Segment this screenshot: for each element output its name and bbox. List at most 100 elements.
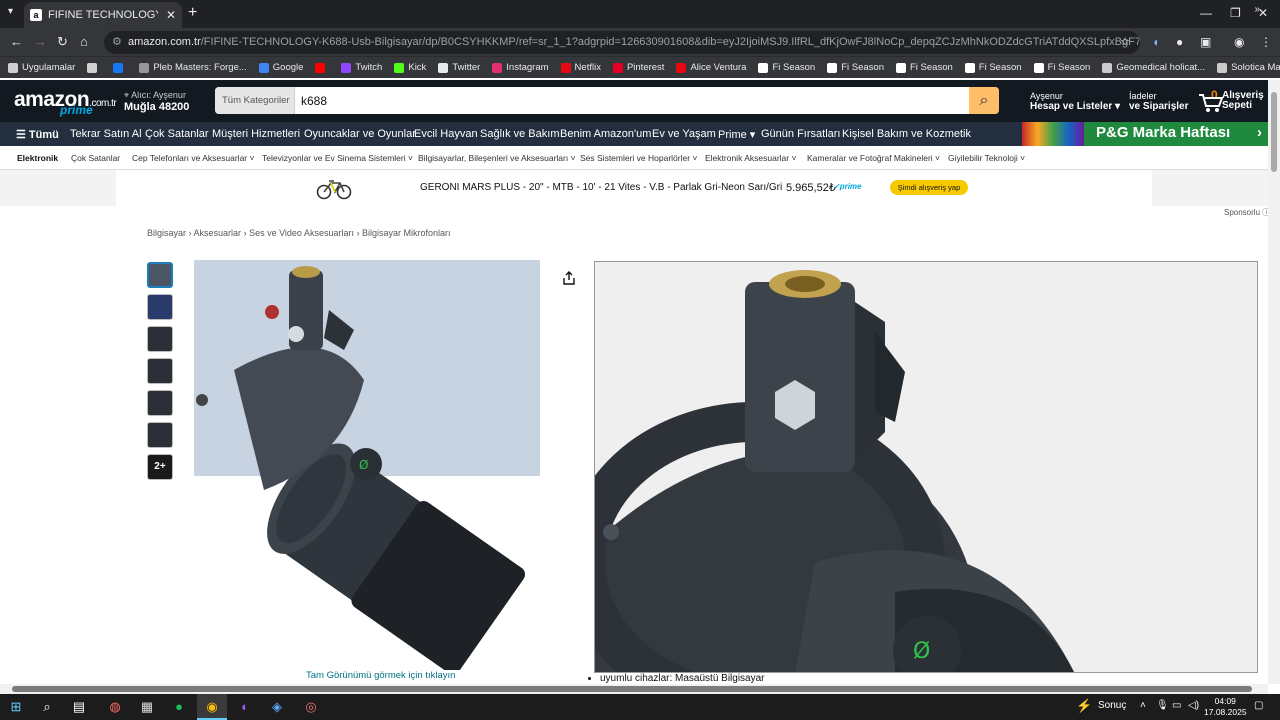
app-icon[interactable]: ◐ [236,698,254,716]
category-item[interactable]: Giyilebilir Teknoloji ˅ [948,153,1025,163]
subnav-item[interactable]: Kişisel Bakım ve Kozmetik [842,128,971,140]
subnav-item-prime[interactable]: Prime ▾ [718,128,755,141]
bookmark-item[interactable]: Fi Season [1033,62,1090,73]
bookmark-item[interactable]: Twitch [341,62,382,73]
subnav-item[interactable]: Çok Satanlar [145,128,209,140]
bookmark-item[interactable]: Geomedical holicat... [1102,62,1205,73]
subnav-item[interactable]: Ev ve Yaşam [652,128,716,140]
shop-now-button[interactable]: Şimdi alışveriş yap [890,180,968,195]
bookmark-item[interactable]: Pleb Masters: Forge... [139,62,247,73]
profile-avatar-icon[interactable]: ◉ [1234,35,1244,49]
menu-kebab-icon[interactable]: ⋮ [1260,35,1272,49]
subnav-item[interactable]: Sağlık ve Bakım [480,128,559,140]
bookmark-item[interactable] [315,62,329,73]
search-input[interactable] [295,87,969,114]
extensions-puzzle-icon[interactable]: ▣ [1200,35,1211,49]
weather-icon[interactable]: ⚡ [1076,698,1092,714]
scrollbar-thumb[interactable] [1271,92,1277,172]
tab-search-icon[interactable]: ▾ [8,6,13,17]
category-item[interactable]: Elektronik Aksesuarlar ˅ [705,153,796,163]
bookmark-item[interactable]: Fi Season [964,62,1022,73]
share-icon[interactable] [563,271,575,285]
full-view-link[interactable]: Tam Görünümü görmek için tıklayın [306,670,455,681]
reload-icon[interactable]: ↻ [57,34,68,50]
bookmarks-overflow-icon[interactable]: » [1254,4,1260,15]
category-item[interactable]: Kameralar ve Fotoğraf Makineleri ˅ [807,153,940,163]
volume-icon[interactable]: ◁) [1188,700,1199,711]
calculator-icon[interactable]: ▦ [138,698,156,716]
spotify-icon[interactable]: ● [170,698,188,716]
category-item[interactable]: Bilgisayarlar, Bileşenleri ve Aksesuarla… [418,153,576,163]
orders-link[interactable]: İadeler ve Siparişler [1129,91,1188,112]
thumbnail-image[interactable] [147,390,173,416]
search-category-select[interactable]: Tüm Kategoriler ▾ [215,87,295,114]
subnav-item[interactable]: Günün Fırsatları [761,128,840,140]
bookmark-star-icon[interactable]: ☆ [1120,31,1130,54]
notifications-icon[interactable]: ▢ [1254,700,1263,711]
category-item[interactable]: Cep Telefonları ve Aksesuarlar ˅ [132,153,254,163]
bookmark-item[interactable]: Instagram [492,62,549,73]
bookmark-item[interactable]: Google [258,62,303,73]
bookmark-item[interactable]: Fi Season [896,62,953,73]
extension-circle-icon[interactable]: ● [1176,35,1183,49]
promo-card[interactable]: GERONI MARS PLUS - 20" - MTB - 10' - 21 … [116,170,1152,206]
bookmark-item[interactable]: Netflix [560,62,601,73]
tray-chevron-icon[interactable]: ˄ [1140,700,1146,711]
windows-start-icon[interactable]: ⊞ [7,698,25,716]
breadcrumb-item[interactable]: Aksesuarlar [194,228,242,238]
bookmark-item[interactable]: Fi Season [827,62,884,73]
subnav-item[interactable]: Evcil Hayvan [414,128,478,140]
pg-promo-banner[interactable]: P&G Marka Haftası › [1022,122,1268,146]
more-images-button[interactable]: 2+ [147,454,173,480]
system-clock[interactable]: 04:09 17.08.2025 [1204,696,1247,718]
category-item[interactable]: Televizyonlar ve Ev Sinema Sistemleri ˅ [262,153,413,163]
tab-close-icon[interactable]: ✕ [166,8,176,22]
search-button[interactable]: ⌕ [969,87,999,114]
breadcrumb-item[interactable]: Bilgisayar [147,228,186,238]
account-menu[interactable]: Ayşenur Hesap ve Listeler ▾ [1030,91,1120,112]
search-icon[interactable]: ⌕ [38,698,56,716]
all-menu-button[interactable]: ☰ Tümü [16,128,59,141]
chrome-icon[interactable]: ◉ [203,698,221,716]
address-bar[interactable]: ⚙ amazon.com.tr/FIFINE-TECHNOLOGY-K688-U… [104,31,1140,54]
microphone-icon[interactable]: 🎙 [1156,700,1169,711]
browser-tab[interactable]: a FIFINE TECHNOLOGY K688 Usb ✕ [24,2,182,28]
scrollbar-thumb[interactable] [12,686,1252,692]
vertical-scrollbar[interactable] [1268,80,1280,684]
weather-text[interactable]: Sonuç [1098,700,1126,711]
breadcrumb-item[interactable]: Ses ve Video Aksesuarları [249,228,354,238]
sponsored-label[interactable]: Sponsorlu ⓘ [1224,207,1270,218]
thumbnail-image[interactable] [147,294,173,320]
main-product-image[interactable]: Ø [194,260,584,675]
horizontal-scrollbar[interactable] [0,684,1268,694]
home-icon[interactable]: ⌂ [80,34,88,49]
bookmark-item[interactable]: Solotica Marka Günl... [1217,62,1280,73]
thumbnail-image[interactable] [147,358,173,384]
app-icon[interactable]: ◍ [106,698,124,716]
subnav-item[interactable]: Müşteri Hizmetleri [212,128,300,140]
bookmark-item[interactable]: Twitter [438,62,480,73]
thumbnail-image[interactable] [147,326,173,352]
promo-title[interactable]: GERONI MARS PLUS - 20" - MTB - 10' - 21 … [420,182,782,193]
network-icon[interactable]: ▭ [1172,700,1181,711]
subnav-item[interactable]: Benim Amazon'um [560,128,651,140]
bookmark-item[interactable]: Kick [394,62,426,73]
extension-audio-icon[interactable]: ◖ [1152,35,1159,49]
category-title[interactable]: Elektronik [17,153,58,163]
bookmark-item[interactable]: Uygulamalar [8,62,75,73]
thumbnail-image[interactable] [147,262,173,288]
delivery-location[interactable]: ⌖ Alıcı: Ayşenur Muğla 48200 [124,90,189,113]
breadcrumb-item[interactable]: Bilgisayar Mikrofonları [362,228,451,238]
new-tab-icon[interactable]: + [188,4,197,22]
minimize-icon[interactable]: — [1200,6,1212,20]
thumbnail-image[interactable] [147,422,173,448]
restore-icon[interactable]: ❐ [1230,6,1241,20]
bookmark-item[interactable]: Fi Season [758,62,815,73]
back-icon[interactable]: ← [10,34,23,49]
bookmark-item[interactable] [87,62,101,73]
task-view-icon[interactable]: ▤ [70,698,88,716]
bookmark-item[interactable]: Pinterest [612,62,664,73]
app-icon[interactable]: ◈ [268,698,286,716]
bookmark-item[interactable]: Alice Ventura [676,62,746,73]
forward-icon[interactable]: → [34,34,47,49]
